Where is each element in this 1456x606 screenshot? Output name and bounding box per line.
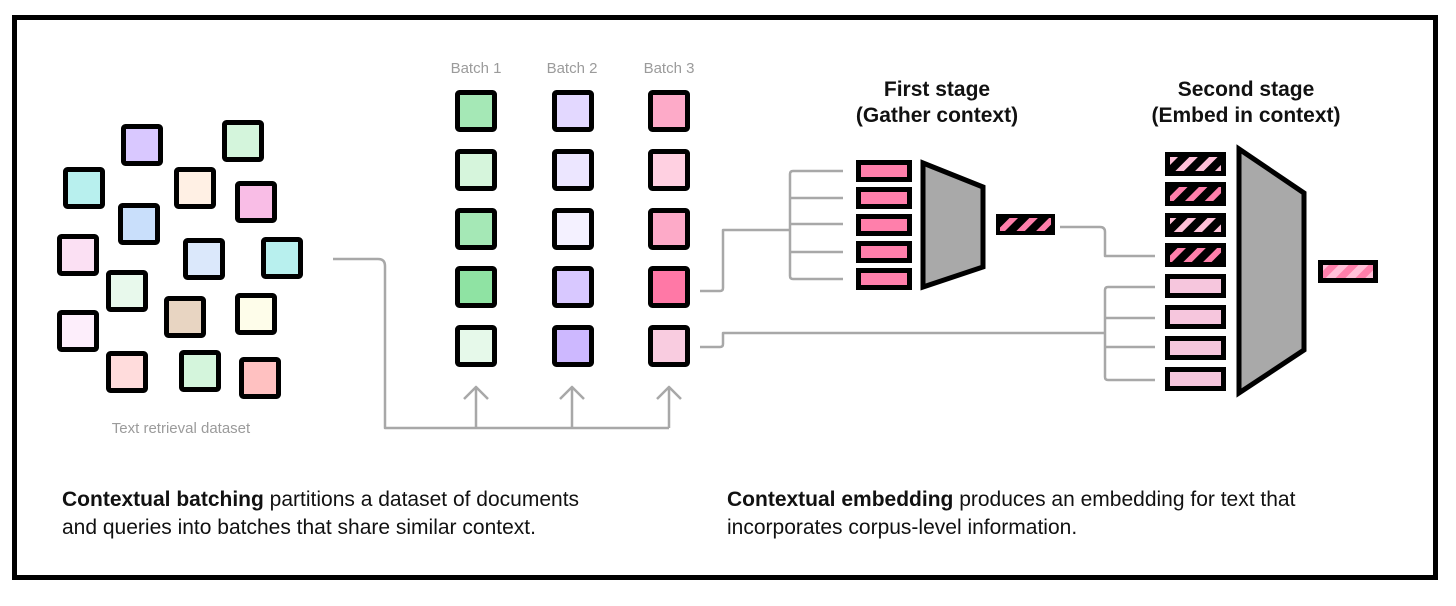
- first-stage-input: [861, 219, 907, 231]
- embedding-caption-bold: Contextual embedding: [727, 488, 954, 511]
- batching-caption-rest: partitions a dataset of documents: [263, 488, 580, 511]
- batch-2-item: [552, 266, 594, 308]
- second-stage-document-input: [1170, 310, 1221, 324]
- dataset-document-square: [106, 270, 148, 312]
- batch-3-label: Batch 3: [644, 60, 695, 77]
- second-stage-inputs: [1165, 152, 1226, 391]
- batch-2-item: [552, 90, 594, 132]
- batch-3-arrow-icon: [656, 385, 682, 428]
- dataset-cluster: [57, 120, 303, 399]
- dataset-document-square: [235, 181, 277, 223]
- batch-3-item: [648, 90, 690, 132]
- batch-3-item: [648, 266, 690, 308]
- batch-1-item: [455, 149, 497, 191]
- dataset-document-square: [179, 350, 221, 392]
- first-stage-input: [861, 165, 907, 177]
- first-stage-input: [861, 192, 907, 204]
- second-stage-title-line2: (Embed in context): [1151, 104, 1340, 127]
- dataset-document-square: [261, 237, 303, 279]
- dataset-to-batches-connector: [333, 257, 669, 430]
- contextual-embedding: [1323, 265, 1373, 278]
- dataset-document-square: [235, 293, 277, 335]
- batching-caption-bold: Contextual batching: [62, 488, 264, 511]
- batch-3-item: [648, 149, 690, 191]
- first-stage-title-line2: (Gather context): [856, 104, 1018, 127]
- batch-1-item: [455, 208, 497, 250]
- dataset-document-square: [57, 310, 99, 352]
- context-to-second-stage-connector: [1060, 225, 1155, 258]
- first-stage-input: [861, 246, 907, 258]
- dataset-document-square: [164, 296, 206, 338]
- dataset-document-square: [239, 357, 281, 399]
- embedding-caption-line2: incorporates corpus-level information.: [727, 516, 1078, 539]
- embedding-caption: Contextual embedding produces an embeddi…: [727, 486, 1295, 542]
- batch-1-item: [455, 325, 497, 367]
- dataset-document-square: [174, 167, 216, 209]
- dataset-document-square: [121, 124, 163, 166]
- batch-columns: [455, 90, 690, 367]
- second-stage-input-fan: [1103, 285, 1155, 382]
- second-stage-title-line1: Second stage: [1178, 78, 1315, 101]
- batch-3-item: [648, 325, 690, 367]
- batch-3-item: [648, 208, 690, 250]
- dataset-document-square: [222, 120, 264, 162]
- first-stage-input-fan: [788, 169, 843, 281]
- dataset-label: Text retrieval dataset: [112, 420, 251, 437]
- first-stage-input: [861, 273, 907, 285]
- batch-to-second-stage-connector: [700, 331, 1105, 349]
- dataset-document-square: [118, 203, 160, 245]
- batch-1-item: [455, 90, 497, 132]
- second-stage-document-input: [1170, 279, 1221, 293]
- second-stage-context-embedding: [1170, 218, 1221, 232]
- batch-2-item: [552, 208, 594, 250]
- dataset-document-square: [57, 234, 99, 276]
- embedding-caption-rest: produces an embedding for text that: [953, 488, 1296, 511]
- batch-1-label: Batch 1: [451, 60, 502, 77]
- second-stage-context-embedding: [1170, 187, 1221, 201]
- dataset-document-square: [63, 167, 105, 209]
- batching-caption: Contextual batching partitions a dataset…: [62, 486, 579, 542]
- second-stage-encoder: [1236, 144, 1307, 398]
- batch-2-item: [552, 149, 594, 191]
- dataset-document-square: [183, 238, 225, 280]
- first-stage-title-line1: First stage: [884, 78, 990, 101]
- batch-2-arrow-icon: [559, 385, 585, 428]
- batch-1-item: [455, 266, 497, 308]
- first-stage-inputs: [856, 160, 912, 290]
- batching-caption-line2: and queries into batches that share simi…: [62, 516, 536, 539]
- second-stage-context-embedding: [1170, 157, 1221, 171]
- batch-2-label: Batch 2: [547, 60, 598, 77]
- second-stage-document-input: [1170, 341, 1221, 355]
- context-embedding: [1000, 218, 1051, 231]
- batch-1-arrow-icon: [463, 385, 489, 428]
- second-stage-document-input: [1170, 372, 1221, 386]
- batch-to-first-stage-connector: [700, 228, 790, 293]
- first-stage-encoder: [920, 159, 986, 291]
- batch-2-item: [552, 325, 594, 367]
- second-stage-context-embedding: [1170, 248, 1221, 262]
- dataset-document-square: [106, 351, 148, 393]
